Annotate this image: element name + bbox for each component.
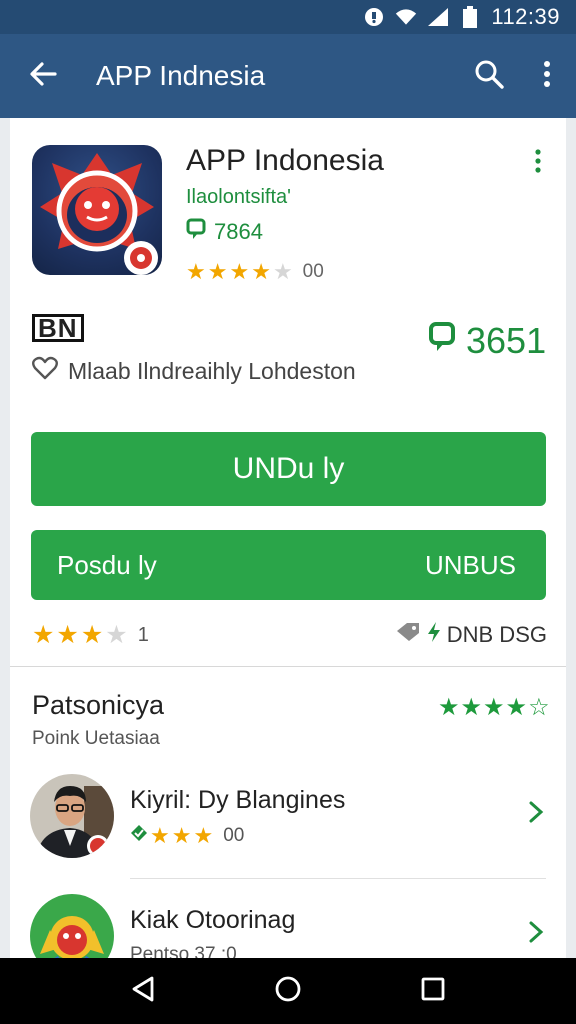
star-icon: ★ <box>150 823 170 848</box>
more-vert-icon <box>543 60 551 93</box>
star-icon: ★ <box>56 620 79 649</box>
meta-rating: ★ ★ ★ ★ 1 <box>32 620 149 649</box>
section-rating: ★ ★ ★ ★ ☆ <box>438 696 550 720</box>
signal-icon <box>427 6 449 28</box>
card-overflow-button[interactable] <box>528 148 548 178</box>
heart-outline-icon <box>32 356 58 386</box>
list-item-meta: ★ ★ ★ 00 <box>130 824 244 848</box>
meta-rating-count: 1 <box>137 623 149 646</box>
star-icon: ★ <box>460 694 483 721</box>
wifi-icon <box>395 6 417 28</box>
nav-recents-icon <box>420 976 446 1007</box>
back-button[interactable] <box>0 34 86 118</box>
tag-icon <box>395 621 421 649</box>
star-icon: ★ <box>32 620 55 649</box>
notification-icon <box>363 6 385 28</box>
app-name: APP Indonesia <box>186 144 384 177</box>
section-divider <box>10 666 566 667</box>
list-item-meta-text: 00 <box>223 825 245 846</box>
list-item-title: Kiyril: Dy Blangines <box>130 786 346 814</box>
app-bar: APP Indnesia <box>0 34 576 118</box>
star-icon: ★ <box>229 259 250 284</box>
comment-icon <box>428 320 456 362</box>
star-empty-icon: ★ <box>105 620 128 649</box>
list-item-title: Kiak Otoorinag <box>130 906 296 934</box>
nav-home-button[interactable] <box>260 963 316 1019</box>
app-rating: ★ ★ ★ ★ ★ 00 <box>186 261 324 283</box>
list-divider <box>130 878 546 879</box>
chevron-right-button[interactable] <box>522 916 550 952</box>
meta-info: DNB DSG <box>395 621 547 649</box>
star-icon: ★ <box>186 259 206 284</box>
battery-icon <box>459 6 481 28</box>
overflow-menu-button[interactable] <box>518 34 576 118</box>
app-count-value: 7864 <box>214 219 263 244</box>
meta-right-text: DNB DSG <box>446 622 547 647</box>
star-icon: ★ <box>207 259 228 284</box>
star-icon: ★ <box>483 694 505 721</box>
nav-recents-button[interactable] <box>405 963 461 1019</box>
search-button[interactable] <box>460 34 518 118</box>
chevron-right-button[interactable] <box>522 796 550 832</box>
app-bar-title: APP Indnesia <box>96 60 266 91</box>
install-button[interactable]: UNDu ly <box>31 432 546 506</box>
nav-back-button[interactable] <box>115 963 171 1019</box>
secondary-action-button[interactable]: Posdu ly UNBUS <box>31 530 546 600</box>
avatar <box>30 774 114 858</box>
check-badge-icon <box>130 824 148 848</box>
app-review-count: 7864 <box>186 218 263 246</box>
back-arrow-icon <box>29 60 57 93</box>
comment-icon <box>186 218 206 246</box>
star-icon: ★ <box>505 694 528 721</box>
system-navigation-bar <box>0 958 576 1024</box>
app-developer[interactable]: Ilaolontsifta' <box>186 186 291 209</box>
section-subtitle: Poink Uetasiaa <box>32 728 160 749</box>
big-review-count: 3651 <box>428 320 546 362</box>
list-item[interactable]: Kiyril: Dy Blangines ★ ★ ★ 00 <box>30 774 550 866</box>
secondary-button-left-label: Posdu ly <box>57 549 157 580</box>
nav-back-icon <box>130 975 156 1008</box>
app-icon <box>32 145 162 275</box>
lightning-icon <box>427 622 441 648</box>
meta-row: ★ ★ ★ ★ 1 DNB DSG <box>32 618 547 652</box>
star-empty-icon: ★ <box>272 259 293 284</box>
more-vert-icon <box>535 148 541 178</box>
section-title: Patsonicya <box>32 690 165 720</box>
star-empty-icon: ☆ <box>528 694 550 721</box>
status-bar: 112:39 <box>0 0 576 34</box>
status-time: 112:39 <box>491 4 560 29</box>
search-icon <box>474 59 504 94</box>
chevron-right-icon <box>528 920 544 949</box>
content-rating-badge: BN <box>32 314 84 342</box>
nav-home-icon <box>274 975 302 1008</box>
star-icon: ★ <box>80 620 104 649</box>
app-rating-text: 00 <box>302 261 324 282</box>
wishlist-label: Mlaab Ilndreaihly Lohdeston <box>68 357 356 384</box>
star-icon: ★ <box>251 259 271 284</box>
secondary-button-right-label: UNBUS <box>424 549 516 580</box>
star-icon: ★ <box>171 823 192 848</box>
big-count-value: 3651 <box>466 320 547 361</box>
chevron-right-icon <box>528 800 544 829</box>
star-icon: ★ <box>193 823 214 848</box>
app-detail-card: APP Indonesia Ilaolontsifta' 7864 ★ ★ ★ … <box>10 118 566 978</box>
star-icon: ★ <box>438 694 460 721</box>
wishlist-row[interactable]: Mlaab Ilndreaihly Lohdeston <box>32 356 356 386</box>
